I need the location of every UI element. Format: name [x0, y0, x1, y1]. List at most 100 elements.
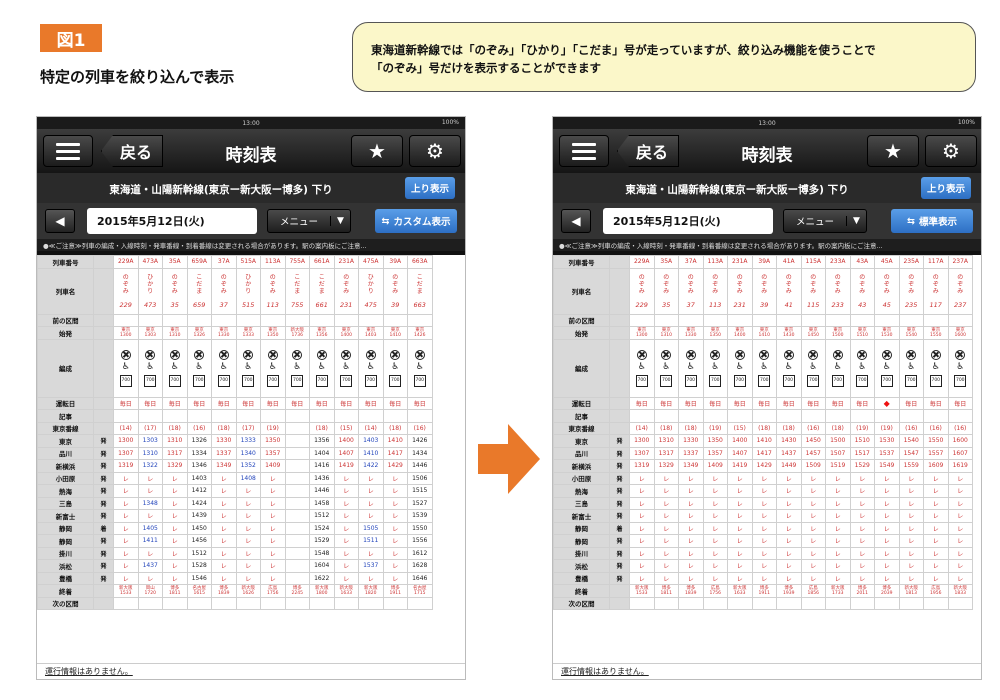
table-cell: レ — [333, 509, 359, 523]
train-kind: のぞみ — [908, 273, 915, 295]
back-button[interactable]: 戻る — [101, 135, 163, 167]
train-kind: ひかり — [245, 273, 252, 295]
table-cell: 博多 2039 — [874, 584, 900, 598]
row-mark — [93, 396, 114, 410]
train-kind: こだま — [196, 273, 203, 295]
terminal-time: 博多 2245 — [291, 585, 303, 596]
table-cell: 1446 — [407, 459, 433, 473]
table-cell: 43A — [849, 255, 875, 269]
table-cell: (16) — [947, 421, 973, 435]
table-cell: レ — [800, 534, 826, 548]
star-icon[interactable]: ★ — [351, 135, 403, 167]
table-cell: レ — [333, 496, 359, 510]
table-cell: 東京 1510 — [849, 326, 875, 340]
train-kind: のぞみ — [712, 273, 719, 295]
star-icon[interactable]: ★ — [867, 135, 919, 167]
table-cell: レ — [653, 509, 679, 523]
table-cell: 661A — [309, 255, 335, 269]
table-cell: レ — [629, 546, 655, 560]
battery-indicator: 100% — [957, 119, 975, 126]
train-kind: のぞみ — [392, 273, 399, 295]
table-cell: 1559 — [898, 459, 924, 473]
row-mark — [609, 409, 630, 423]
menu-icon[interactable] — [43, 135, 93, 167]
wheelchair-icon: ♿ — [268, 361, 277, 372]
table-cell: レ — [629, 521, 655, 535]
table-cell: 東京 1540 — [898, 326, 924, 340]
up-direction-button[interactable]: 上り表示 — [405, 177, 455, 199]
table-cell: (19) — [849, 421, 875, 435]
table-cell: レ — [113, 546, 139, 560]
table-cell: 岡山 1720 — [137, 584, 163, 598]
gear-icon[interactable]: ⚙ — [409, 135, 461, 167]
table-cell: レ — [776, 534, 802, 548]
date-field[interactable]: 2015年5月12日(火) — [603, 208, 773, 234]
prev-day-button[interactable]: ◀ — [45, 209, 75, 233]
table-cell: レ — [678, 534, 704, 548]
table-cell: レ — [162, 559, 188, 573]
row-mark: 発 — [609, 496, 630, 510]
table-cell: (16) — [186, 421, 212, 435]
n700-icon: 700 — [733, 374, 746, 387]
train-number: 37 — [219, 300, 228, 309]
table-cell: のぞみ 229 — [113, 267, 139, 315]
up-direction-button[interactable]: 上り表示 — [921, 177, 971, 199]
menu-dropdown[interactable]: メニュー ▼ — [267, 209, 351, 233]
table-cell: レ — [137, 509, 163, 523]
table-cell: (18) — [211, 421, 237, 435]
table-cell: 1619 — [947, 459, 973, 473]
table-cell: レ — [825, 484, 851, 498]
row-label: 列車番号 — [553, 255, 610, 269]
service-info-link[interactable]: 運行情報はありません。 — [553, 663, 981, 679]
table-cell: 1439 — [186, 509, 212, 523]
table-cell: 広島 1756 — [260, 584, 286, 598]
table-cell — [211, 313, 237, 327]
table-cell: 1407 — [727, 446, 753, 460]
standard-view-button[interactable]: ⇆ 標準表示 — [891, 209, 973, 233]
menu-dropdown[interactable]: メニュー ▼ — [783, 209, 867, 233]
date-bar: ◀ 2015年5月12日(火) メニュー ▼ ⇆ 標準表示 — [553, 203, 981, 239]
table-row: 東京番線 (14) (18) (18) (19) (15) (18) (18) (16) (18)… — [553, 421, 973, 435]
menu-label: メニュー — [279, 217, 318, 228]
table-cell: 名古屋 1715 — [407, 584, 433, 598]
table-cell: 毎日 — [211, 396, 237, 410]
service-info-link[interactable]: 運行情報はありません。 — [37, 663, 465, 679]
table-cell: レ — [947, 534, 973, 548]
custom-view-button[interactable]: ⇆ カスタム表示 — [375, 209, 457, 233]
wheelchair-icon: ♿ — [637, 361, 646, 372]
table-cell: レ — [653, 534, 679, 548]
table-cell — [678, 409, 704, 423]
table-cell: レ — [113, 571, 139, 585]
table-cell: レ — [727, 571, 753, 585]
table-cell: ひかり 515 — [235, 267, 261, 315]
terminal-time: 新大阪 1820 — [364, 585, 378, 596]
table-cell: ♿ 700 — [358, 338, 384, 398]
table-cell: レ — [727, 496, 753, 510]
table-cell — [358, 313, 384, 327]
gear-icon[interactable]: ⚙ — [925, 135, 977, 167]
table-row: 熱海発レレレ 1412 レレレ 1446 レレレ 1515 — [37, 484, 433, 498]
row-mark — [609, 313, 630, 327]
table-cell: 東京 1410 — [382, 326, 408, 340]
table-cell — [113, 313, 139, 327]
row-label: 始発 — [37, 326, 94, 340]
table-cell: 東京 1410 — [751, 326, 777, 340]
table-cell — [678, 596, 704, 610]
table-cell: レ — [947, 559, 973, 573]
date-field[interactable]: 2015年5月12日(火) — [87, 208, 257, 234]
origin-time: 東京 1330 — [218, 327, 230, 338]
table-cell: レ — [260, 509, 286, 523]
table-cell — [629, 409, 655, 423]
table-cell: レ — [923, 484, 949, 498]
n700-icon: 700 — [266, 374, 279, 387]
prev-day-button[interactable]: ◀ — [561, 209, 591, 233]
table-cell: 1450 — [186, 521, 212, 535]
table-cell: 1422 — [358, 459, 384, 473]
table-cell: レ — [137, 484, 163, 498]
table-cell — [874, 313, 900, 327]
back-button[interactable]: 戻る — [617, 135, 679, 167]
table-cell: 1410 — [358, 446, 384, 460]
table-cell: レ — [800, 509, 826, 523]
menu-icon[interactable] — [559, 135, 609, 167]
table-cell — [751, 313, 777, 327]
